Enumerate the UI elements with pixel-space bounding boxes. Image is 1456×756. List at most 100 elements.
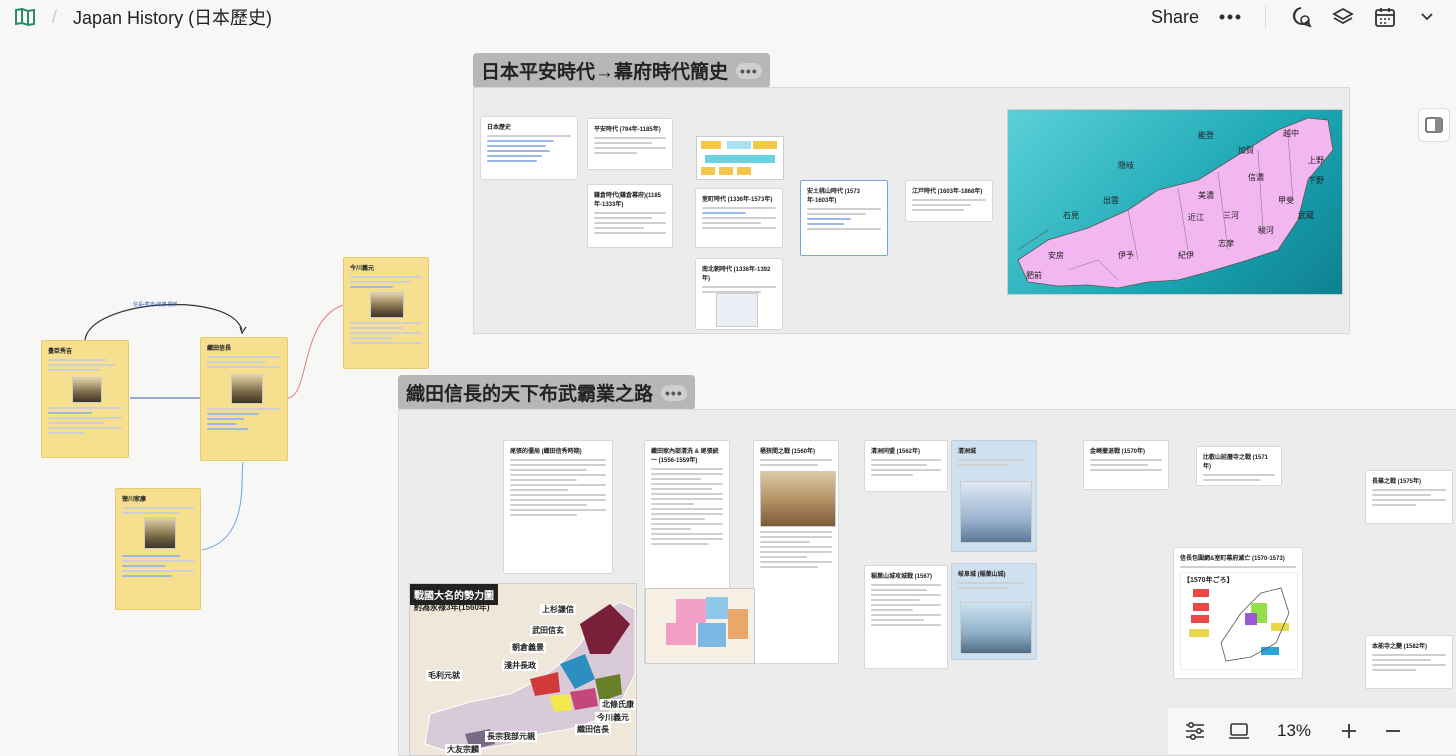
frame-oda[interactable]: 尾張的僵局 (織田信秀時期) 織田家內部清洗 & 尾張統一 (1556-1559… xyxy=(398,409,1456,756)
frame-title-heian[interactable]: 日本平安時代→幕府時代簡史 ••• xyxy=(473,53,770,88)
card-title: 南北朝時代 (1336年-1392年) xyxy=(702,267,771,282)
oda-card-okehazama[interactable]: 桶狭間之戰 (1560年) xyxy=(753,440,839,664)
oda-card-honnoji[interactable]: 本能寺之變 (1582年) xyxy=(1365,635,1453,689)
portrait-image xyxy=(144,517,176,549)
card-text-lines xyxy=(1203,474,1275,481)
oda-card-hieizan[interactable]: 比叡山延曆寺之戰 (1571年) xyxy=(1196,446,1282,486)
oda-card-owari-deadlock[interactable]: 尾張的僵局 (織田信秀時期) xyxy=(503,440,613,574)
encirclement-map: 【1570年ごろ】 xyxy=(1180,572,1298,670)
map-label: 三河 xyxy=(1223,211,1239,220)
daimyo-label: 淺井長政 xyxy=(502,660,538,671)
heian-card-muromachi[interactable]: 室町時代 (1336年-1573年) xyxy=(695,188,783,248)
card-text-lines xyxy=(487,135,571,162)
oda-card-gifu-castle[interactable]: 岐阜城 (稲葉山城) xyxy=(951,563,1037,660)
card-text-lines xyxy=(702,286,776,293)
card-text-lines xyxy=(48,407,122,434)
frame-heian[interactable]: 日本歷史 平安時代 (794年-1185年) 鎌倉時代(鎌倉幕府)(1185年-… xyxy=(473,87,1350,334)
daimyo-label: 長宗我部元親 xyxy=(485,731,537,742)
heian-card-overview[interactable]: 日本歷史 xyxy=(480,116,578,180)
heian-card-azuchi[interactable]: 安土桃山時代 (1573年-1603年) xyxy=(800,180,888,256)
map-label: 甲斐 xyxy=(1278,196,1294,205)
bottom-toolbar: 13% xyxy=(1168,708,1456,754)
map-label: 加賀 xyxy=(1238,146,1254,155)
card-text-lines xyxy=(871,584,941,626)
card-title: 尾張的僵局 (織田信秀時期) xyxy=(510,449,582,455)
daimyo-label: 毛利元就 xyxy=(426,670,462,681)
sengoku-daimyo-map: 戰國大名的勢力圖 約為永祿3年(1560年) 上杉謙信 武田信玄 朝倉義景 淺井… xyxy=(409,583,637,756)
person-card-imagawa[interactable]: 今川義元 xyxy=(343,257,429,369)
fit-to-screen-icon[interactable] xyxy=(1228,720,1250,742)
card-text-lines xyxy=(510,459,606,516)
card-text-lines xyxy=(760,531,832,568)
oda-card-kiyosu-alliance[interactable]: 清洲同盟 (1562年) xyxy=(864,440,948,492)
okehazama-painting xyxy=(760,471,836,527)
card-title: 安土桃山時代 (1573年-1603年) xyxy=(807,189,861,204)
kiyosu-castle-photo xyxy=(960,481,1032,543)
frame-menu-icon[interactable]: ••• xyxy=(736,62,762,79)
map-label: 出雲 xyxy=(1103,196,1119,205)
card-text-lines xyxy=(1180,566,1296,568)
frame-title-text: 織田信長的天下布武霸業之路 xyxy=(406,384,654,405)
zoom-level[interactable]: 13% xyxy=(1272,721,1316,741)
person-card-hideyoshi[interactable]: 豊臣秀吉 xyxy=(41,340,129,458)
map-label: 肥前 xyxy=(1026,271,1042,280)
heian-card-nanboku[interactable]: 南北朝時代 (1336年-1392年) xyxy=(695,258,783,330)
daimyo-label: 上杉謙信 xyxy=(540,604,576,615)
daimyo-label: 大友宗麟 xyxy=(445,744,481,755)
card-title: 織田家內部清洗 & 尾張統一 (1556-1559年) xyxy=(651,449,719,464)
frame-title-text: 日本平安時代→幕府時代簡史 xyxy=(481,62,729,83)
card-title: 江戸時代 (1603年-1868年) xyxy=(912,189,983,195)
oda-card-kiyosu-castle[interactable]: 清洲城 xyxy=(951,440,1037,552)
card-title: 鎌倉時代(鎌倉幕府)(1185年-1333年) xyxy=(594,193,662,208)
map-label: 志摩 xyxy=(1218,239,1234,248)
map-label: 上野 xyxy=(1308,156,1324,165)
person-name: 豊臣秀吉 xyxy=(48,349,73,355)
card-text-lines xyxy=(958,582,1030,589)
daimyo-label: 今川義元 xyxy=(595,712,631,723)
gifu-castle-photo xyxy=(960,602,1032,654)
map-label: 能登 xyxy=(1198,131,1214,140)
card-text-lines xyxy=(760,459,832,466)
map-label: 石見 xyxy=(1063,211,1079,220)
card-title: 平安時代 (794年-1185年) xyxy=(594,127,661,133)
oda-card-kanegasaki[interactable]: 金崎撤退戰 (1570年) xyxy=(1083,440,1169,490)
frame-menu-icon[interactable]: ••• xyxy=(661,384,687,401)
card-text-lines xyxy=(651,468,723,545)
zoom-in-icon[interactable] xyxy=(1338,720,1360,742)
card-title: 清洲城 xyxy=(958,449,977,455)
person-name: 徳川家康 xyxy=(122,497,147,503)
person-card-nobunaga[interactable]: 織田信長 xyxy=(200,337,288,461)
map-label: 伊予 xyxy=(1118,251,1134,260)
oda-card-encirclement[interactable]: 信長包圍網&室町幕府滅亡 (1570-1573) 【1570年ごろ】 xyxy=(1173,547,1303,679)
heian-card-heian[interactable]: 平安時代 (794年-1185年) xyxy=(587,118,673,170)
card-text-lines xyxy=(207,356,281,368)
daimyo-label: 朝倉義景 xyxy=(510,642,546,653)
heian-card-edo[interactable]: 江戸時代 (1603年-1868年) xyxy=(905,180,993,222)
card-title: 比叡山延曆寺之戰 (1571年) xyxy=(1203,455,1269,470)
portrait-image xyxy=(72,377,102,403)
card-text-lines xyxy=(594,212,666,234)
person-name: 織田信長 xyxy=(207,346,232,352)
settings-sliders-icon[interactable] xyxy=(1184,720,1206,742)
heian-card-kamakura[interactable]: 鎌倉時代(鎌倉幕府)(1185年-1333年) xyxy=(587,184,673,248)
card-title: 岐阜城 (稲葉山城) xyxy=(958,572,1006,578)
zoom-out-icon[interactable] xyxy=(1382,720,1404,742)
frame-title-oda[interactable]: 織田信長的天下布武霸業之路 ••• xyxy=(398,375,695,410)
person-card-ieyasu[interactable]: 徳川家康 xyxy=(115,488,201,610)
card-title: 稲葉山城攻城戰 (1567) xyxy=(871,574,933,580)
card-text-lines xyxy=(702,207,776,229)
map-label: 美濃 xyxy=(1198,191,1214,200)
card-title: 信長包圍網&室町幕府滅亡 (1570-1573) xyxy=(1180,556,1285,562)
card-text-lines xyxy=(122,507,194,514)
nanboku-map xyxy=(716,293,758,327)
card-text-lines xyxy=(1372,654,1446,671)
card-text-lines xyxy=(871,459,941,476)
oda-card-nagashino[interactable]: 長篠之戰 (1575年) xyxy=(1365,470,1453,524)
card-title: 金崎撤退戰 (1570年) xyxy=(1090,449,1146,455)
oda-card-inabayama-siege[interactable]: 稲葉山城攻城戰 (1567) xyxy=(864,565,948,669)
card-text-lines xyxy=(912,199,986,211)
kamakura-diagram xyxy=(696,136,784,180)
card-text-lines xyxy=(1372,489,1446,506)
card-text-lines xyxy=(122,555,194,577)
card-text-lines xyxy=(207,408,281,430)
